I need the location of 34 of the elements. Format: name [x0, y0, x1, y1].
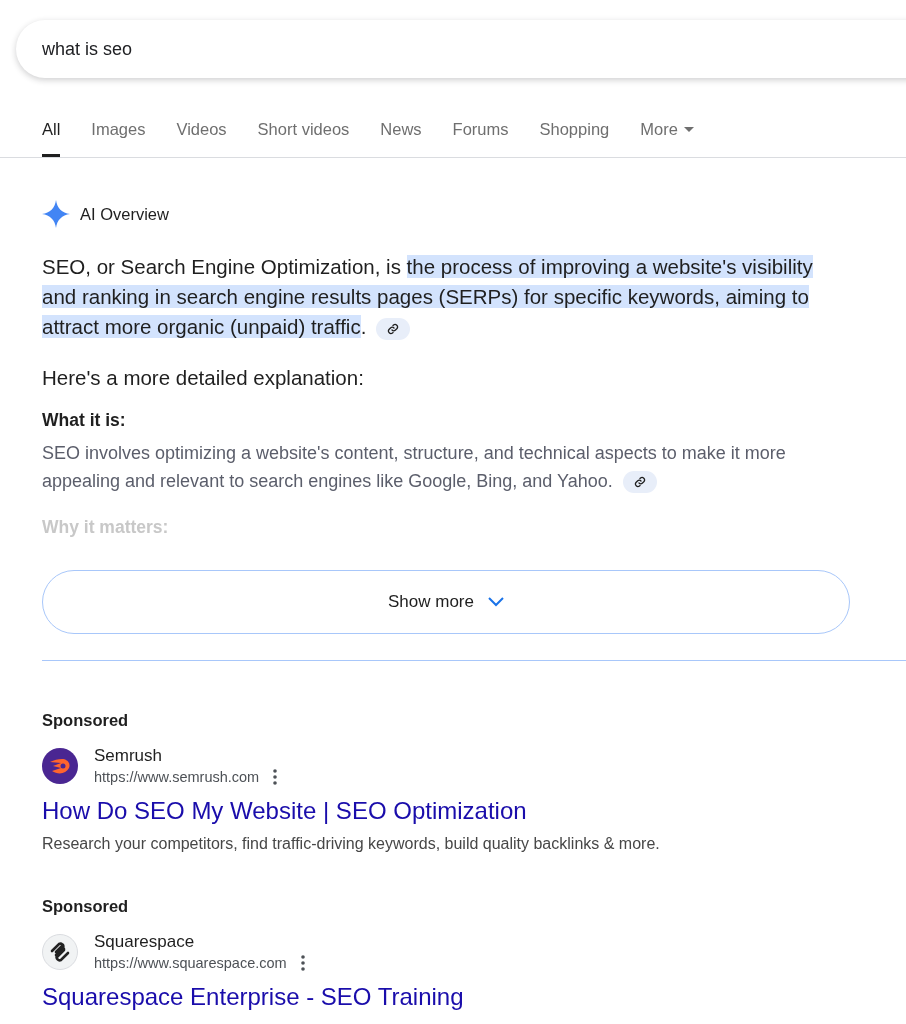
summary-paragraph: SEO, or Search Engine Optimization, is the process of improving a website's visibility and ranking in search engine results pages (SERPs) for specific keywords, aiming to attract more organic (unpaid) traffic. — [42, 254, 814, 342]
show-more-button[interactable]: Show more — [42, 570, 850, 634]
search-bar[interactable]: what is seo — [16, 20, 906, 78]
search-tab[interactable]: Images — [91, 110, 146, 157]
site-name: Squarespace — [94, 932, 195, 952]
swirl-logo-icon — [42, 933, 78, 970]
search-tab[interactable]: Short videos — [257, 110, 350, 157]
search-tab[interactable]: All — [42, 110, 61, 157]
section-paragraph: SEO involves optimizing a website's content, structure, and technical aspects to make it more appealing and relevant to search engines like Google, Bing, and Yahoo. — [42, 439, 846, 495]
site-name: Semrush — [94, 746, 163, 766]
search-tab[interactable]: News — [380, 110, 422, 157]
more-options-icon[interactable] — [273, 769, 278, 785]
search-tab[interactable]: Forums — [452, 110, 509, 157]
sparkle-icon — [42, 200, 70, 228]
flame-logo-icon — [42, 747, 78, 784]
search-tab[interactable]: Videos — [176, 110, 227, 157]
link-icon[interactable] — [376, 317, 411, 340]
sponsored-label: Sponsored — [42, 711, 129, 730]
result-title-link[interactable]: Squarespace Enterprise - SEO Training — [42, 983, 464, 1011]
sponsored-label: Sponsored — [42, 897, 129, 916]
search-input[interactable]: what is seo — [42, 38, 442, 60]
section-heading: What it is: — [42, 410, 127, 431]
search-tab[interactable]: More — [640, 110, 694, 157]
result-title-link[interactable]: How Do SEO My Website | SEO Optimization — [42, 797, 527, 825]
site-url: https://www.squarespace.com — [94, 955, 287, 971]
result-description: Research your competitors, find traffic-driving keywords, build quality backlinks & more. — [42, 835, 661, 853]
intro-text: Here's a more detailed explanation: — [42, 366, 365, 390]
more-options-icon[interactable] — [300, 955, 305, 971]
ai-overview-title: AI Overview — [80, 204, 169, 224]
chevron-down-icon — [488, 597, 504, 607]
link-icon[interactable] — [622, 471, 657, 494]
site-url: https://www.semrush.com — [94, 769, 260, 785]
caret-icon — [683, 127, 694, 132]
search-tab[interactable]: Shopping — [539, 110, 610, 157]
